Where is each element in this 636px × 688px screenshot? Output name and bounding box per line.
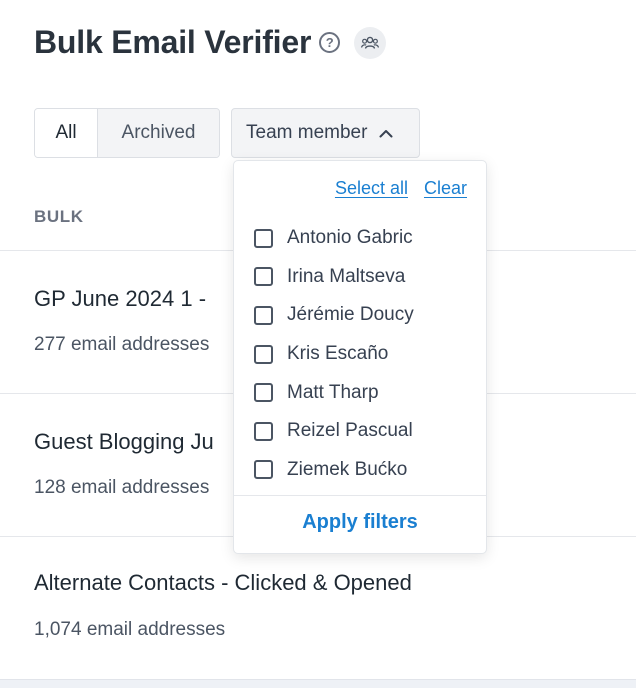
page-header: Bulk Email Verifier ? [34, 24, 387, 61]
row-subtitle: 128 email addresses [34, 477, 210, 498]
member-name: Reizel Pascual [287, 420, 413, 442]
member-option[interactable]: Matt Tharp [254, 373, 414, 412]
row-title: GP June 2024 1 - [34, 286, 207, 311]
row-subtitle: 1,074 email addresses [34, 619, 226, 640]
member-option[interactable]: Irina Maltseva [254, 258, 414, 297]
page: Bulk Email Verifier ? All Archived Team … [0, 0, 636, 688]
member-option[interactable]: Jérémie Doucy [254, 296, 414, 335]
row-subtitle: 277 email addresses [34, 334, 210, 355]
view-segmented-control: All Archived [34, 108, 220, 158]
checkbox[interactable] [254, 421, 273, 441]
apply-filters-button[interactable]: Apply filters [234, 511, 486, 534]
table-row[interactable]: Alternate Contacts - Clicked & Opened 1,… [0, 536, 636, 679]
checkbox[interactable] [254, 460, 273, 480]
member-name: Matt Tharp [287, 381, 379, 403]
select-all-link[interactable]: Select all [335, 178, 408, 199]
team-member-dropdown: Select all Clear Antonio Gabric Irina Ma… [233, 160, 487, 554]
member-name: Irina Maltseva [287, 265, 406, 287]
column-header-bulk: BULK [34, 207, 84, 226]
member-name: Antonio Gabric [287, 227, 413, 249]
chevron-up-icon [379, 129, 393, 138]
checkbox[interactable] [254, 267, 273, 287]
team-member-filter-label: Team member [246, 122, 368, 143]
member-list: Antonio Gabric Irina Maltseva Jérémie Do… [254, 219, 414, 489]
member-option[interactable]: Kris Escaño [254, 335, 414, 374]
dropdown-actions: Select all Clear [335, 178, 467, 199]
row-title: Guest Blogging Ju [34, 429, 214, 454]
question-circle-icon[interactable]: ? [319, 32, 341, 53]
member-option[interactable]: Reizel Pascual [254, 412, 414, 451]
clear-link[interactable]: Clear [424, 178, 467, 199]
team-member-filter-button[interactable]: Team member [231, 108, 420, 158]
divider [234, 495, 486, 496]
member-name: Ziemek Bućko [287, 458, 408, 480]
checkbox[interactable] [254, 344, 273, 364]
checkbox[interactable] [254, 305, 273, 325]
member-option[interactable]: Ziemek Bućko [254, 451, 414, 490]
page-title: Bulk Email Verifier [34, 24, 312, 60]
people-icon[interactable] [354, 26, 387, 59]
row-title: Alternate Contacts - Clicked & Opened [34, 570, 412, 595]
member-option[interactable]: Antonio Gabric [254, 219, 414, 258]
tab-archived[interactable]: Archived [98, 109, 219, 157]
next-row-edge [0, 679, 636, 688]
member-name: Kris Escaño [287, 343, 389, 365]
tab-all[interactable]: All [35, 109, 98, 157]
checkbox[interactable] [254, 383, 273, 403]
member-name: Jérémie Doucy [287, 304, 414, 326]
checkbox[interactable] [254, 228, 273, 248]
